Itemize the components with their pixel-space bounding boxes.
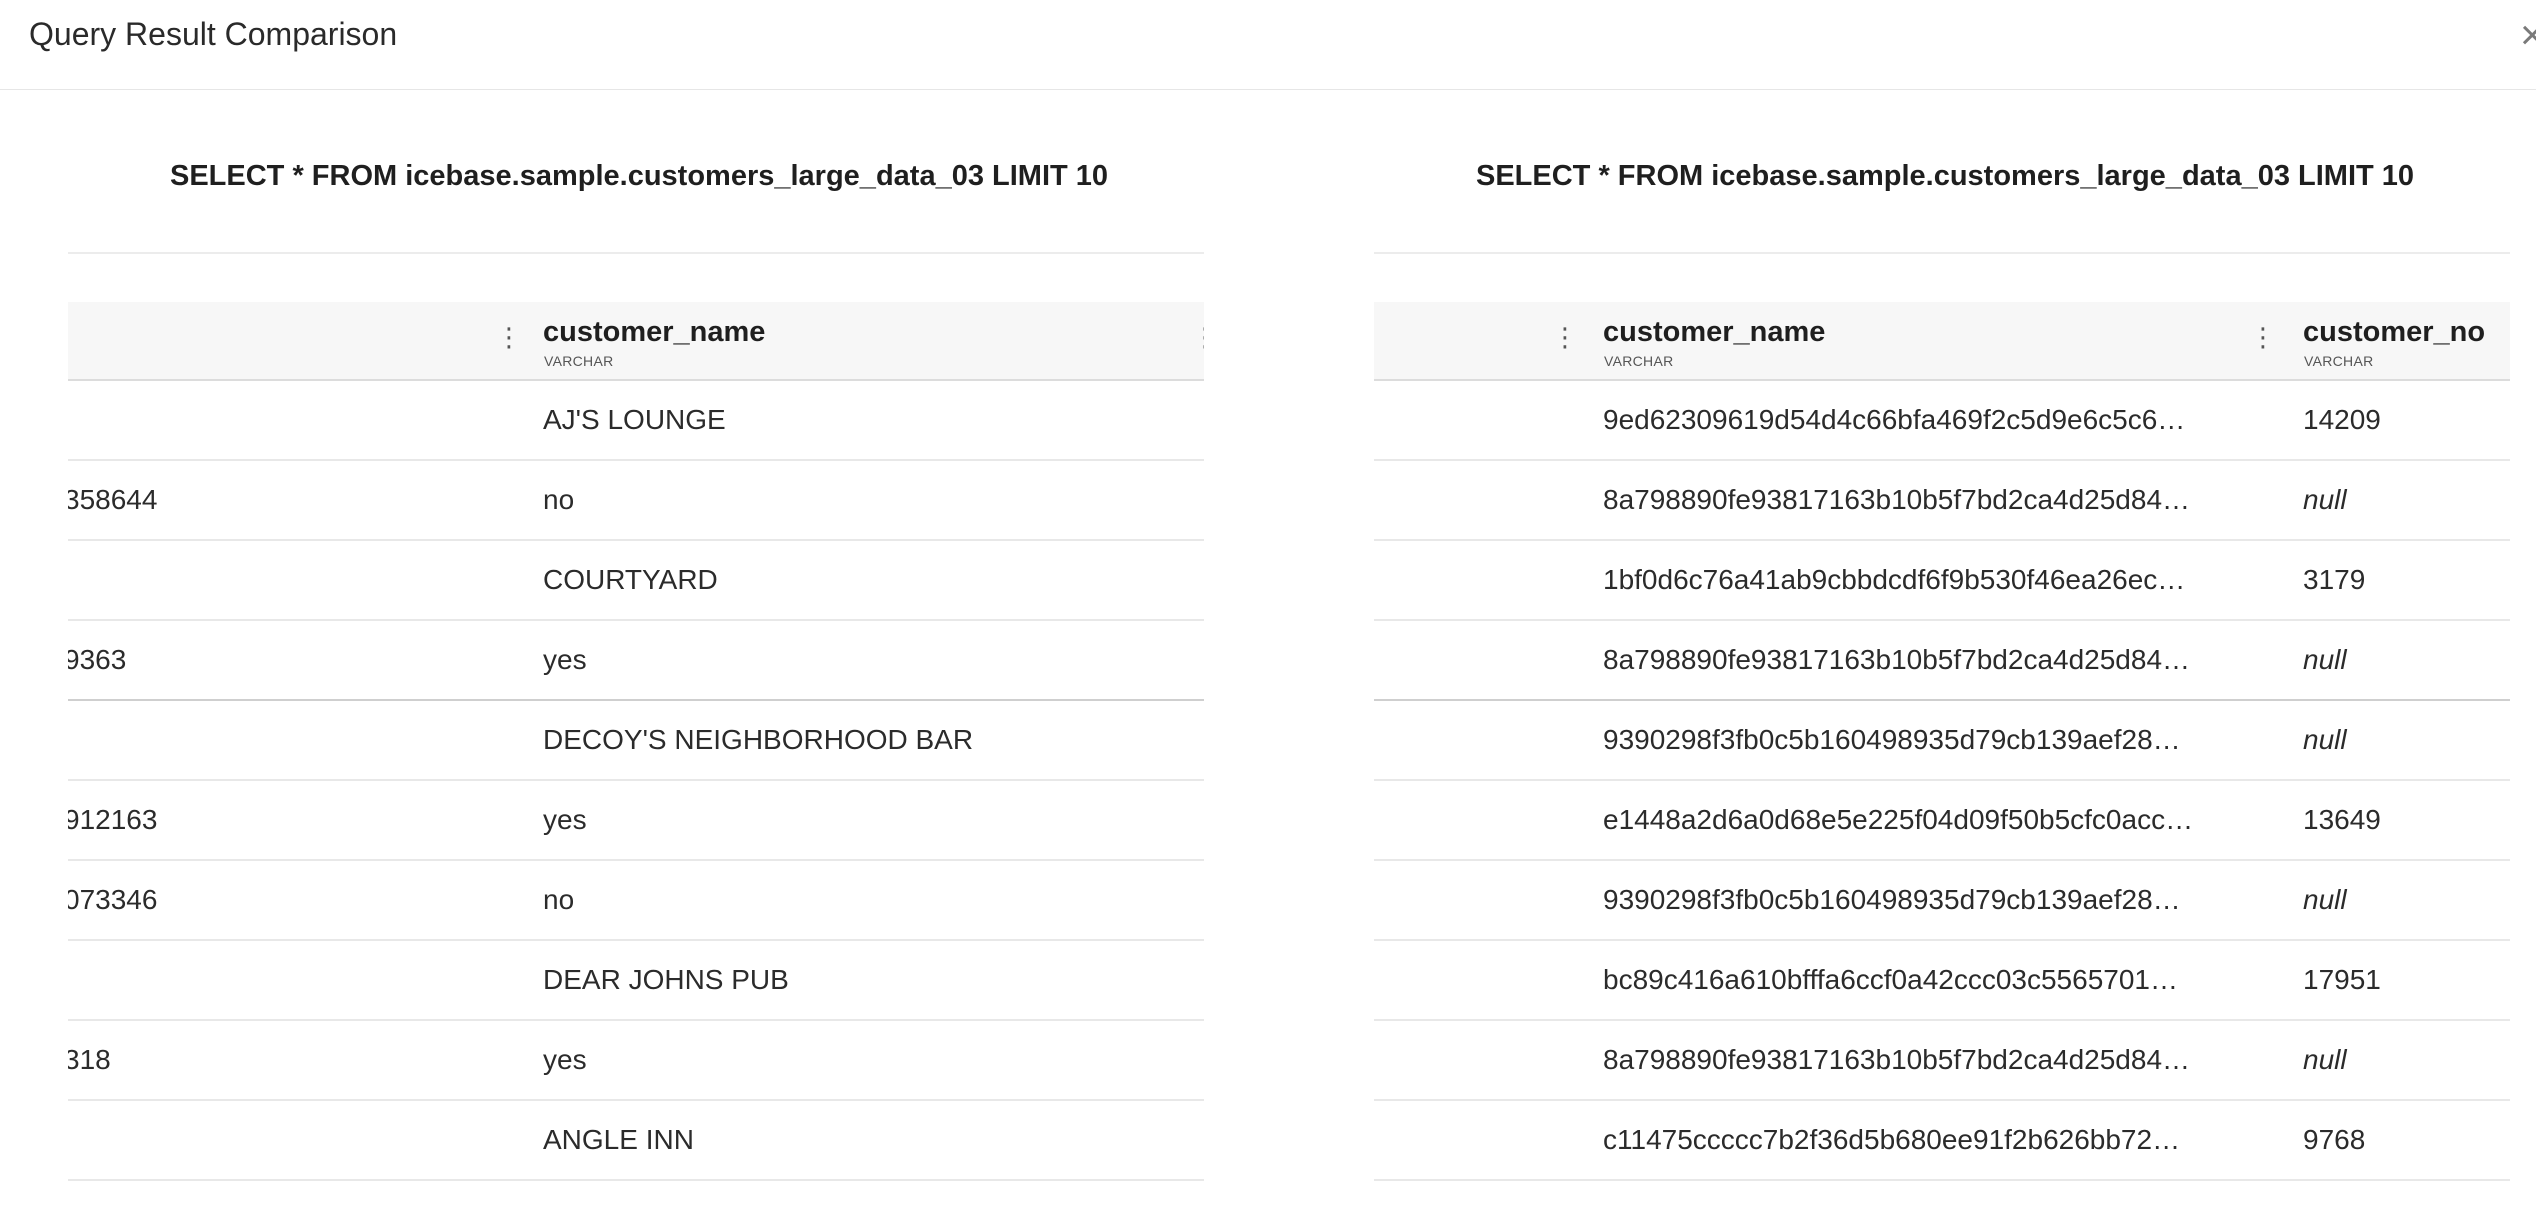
table-cell: 9390298f3fb0c5b160498935d79cb139aef28… <box>1603 884 2181 915</box>
table-cell: 912163 <box>68 804 158 835</box>
right-result-grid[interactable]: ⋮ customer_name VARCHAR ⋮ customer_no VA… <box>1374 302 2510 1182</box>
left-result-grid[interactable]: ⋮ customer_name VARCHAR ⋮ AJ'S LOUNGE 358… <box>68 302 1204 1182</box>
table-cell: 318 <box>68 1044 111 1075</box>
table-row[interactable]: 9363 yes <box>68 621 1204 701</box>
table-cell: 3179 <box>2303 564 2366 595</box>
close-icon[interactable]: × <box>2520 14 2536 56</box>
table-cell: null <box>2303 724 2347 755</box>
modal-title: Query Result Comparison <box>29 16 398 52</box>
modal-header: Query Result Comparison × <box>0 0 2536 90</box>
left-query-title: SELECT * FROM icebase.sample.customers_l… <box>170 160 1109 192</box>
table-cell: 8a798890fe93817163b10b5f7bd2ca4d25d84… <box>1603 484 2191 515</box>
table-cell: 8a798890fe93817163b10b5f7bd2ca4d25d84… <box>1603 1044 2191 1075</box>
column-type: VARCHAR <box>2304 353 2374 369</box>
column-name: customer_no <box>2303 316 2486 348</box>
table-cell: 073346 <box>68 884 158 915</box>
table-cell: ANGLE INN <box>543 1124 694 1155</box>
table-cell: 14209 <box>2303 404 2381 435</box>
column-name: customer_name <box>1603 316 1826 348</box>
table-row[interactable]: DECOY'S NEIGHBORHOOD BAR <box>68 701 1204 781</box>
table-cell: DECOY'S NEIGHBORHOOD BAR <box>543 724 974 755</box>
column-menu-icon[interactable]: ⋮ <box>496 324 522 350</box>
table-cell: null <box>2303 884 2347 915</box>
table-cell: 9390298f3fb0c5b160498935d79cb139aef28… <box>1603 724 2181 755</box>
right-grid-header: ⋮ customer_name VARCHAR ⋮ customer_no VA… <box>1374 302 2510 381</box>
column-menu-icon[interactable]: ⋮ <box>1552 324 1578 350</box>
table-cell: 13649 <box>2303 804 2381 835</box>
table-cell <box>68 541 504 619</box>
table-row[interactable]: COURTYARD <box>68 541 1204 621</box>
table-cell: yes <box>543 1044 587 1075</box>
table-cell: AJ'S LOUNGE <box>543 404 726 435</box>
column-type: VARCHAR <box>544 353 614 369</box>
table-row[interactable]: 9390298f3fb0c5b160498935d79cb139aef28… nu… <box>1374 861 2510 941</box>
table-row[interactable]: 073346 no <box>68 861 1204 941</box>
table-cell: COURTYARD <box>543 564 718 595</box>
table-row[interactable]: 9ed62309619d54d4c66bfa469f2c5d9e6c5c6… 14… <box>1374 381 2510 461</box>
table-cell: null <box>2303 484 2347 515</box>
table-cell: no <box>543 484 575 515</box>
table-cell: c11475ccccc7b2f36d5b680ee91f2b626bb72… <box>1603 1124 2181 1155</box>
divider <box>1374 252 2510 254</box>
table-cell: null <box>2303 644 2347 675</box>
column-type: VARCHAR <box>1604 353 1674 369</box>
table-cell: 8a798890fe93817163b10b5f7bd2ca4d25d84… <box>1603 644 2191 675</box>
column-menu-icon[interactable]: ⋮ <box>2250 324 2276 350</box>
table-row[interactable]: 318 yes <box>68 1021 1204 1101</box>
table-cell: yes <box>543 644 587 675</box>
table-cell: 9363 <box>68 644 127 675</box>
table-row[interactable]: AJ'S LOUNGE <box>68 381 1204 461</box>
table-row[interactable]: ANGLE INN <box>68 1101 1204 1181</box>
table-row[interactable]: 8a798890fe93817163b10b5f7bd2ca4d25d84… nu… <box>1374 461 2510 541</box>
table-row[interactable]: bc89c416a610bfffa6ccf0a42ccc03c5565701… 1… <box>1374 941 2510 1021</box>
column-menu-icon[interactable]: ⋮ <box>1192 324 1204 350</box>
table-cell: 9ed62309619d54d4c66bfa469f2c5d9e6c5c6… <box>1603 404 2186 435</box>
table-cell: DEAR JOHNS PUB <box>543 964 789 995</box>
table-cell: 17951 <box>2303 964 2381 995</box>
table-row[interactable]: 9390298f3fb0c5b160498935d79cb139aef28… nu… <box>1374 701 2510 781</box>
table-cell: yes <box>543 804 587 835</box>
table-cell <box>68 1101 504 1179</box>
table-cell: e1448a2d6a0d68e5e225f04d09f50b5cfc0acc… <box>1603 804 2194 835</box>
table-row[interactable]: 8a798890fe93817163b10b5f7bd2ca4d25d84… nu… <box>1374 621 2510 701</box>
table-row[interactable]: c11475ccccc7b2f36d5b680ee91f2b626bb72… 97… <box>1374 1101 2510 1181</box>
table-cell: 1bf0d6c76a41ab9cbbdcdf6f9b530f46ea26ec… <box>1603 564 2186 595</box>
table-row[interactable]: 358644 no <box>68 461 1204 541</box>
table-row[interactable]: 8a798890fe93817163b10b5f7bd2ca4d25d84… nu… <box>1374 1021 2510 1101</box>
table-cell: 358644 <box>68 484 158 515</box>
table-cell: no <box>543 884 575 915</box>
right-query-title: SELECT * FROM icebase.sample.customers_l… <box>1476 160 2415 192</box>
table-cell: bc89c416a610bfffa6ccf0a42ccc03c5565701… <box>1603 964 2178 995</box>
table-cell <box>68 381 504 459</box>
table-row[interactable]: e1448a2d6a0d68e5e225f04d09f50b5cfc0acc… 1… <box>1374 781 2510 861</box>
table-row[interactable]: 1bf0d6c76a41ab9cbbdcdf6f9b530f46ea26ec… 3… <box>1374 541 2510 621</box>
table-cell <box>68 941 504 1019</box>
table-cell <box>68 701 504 779</box>
table-row[interactable]: DEAR JOHNS PUB <box>68 941 1204 1021</box>
table-cell: 9768 <box>2303 1124 2366 1155</box>
left-grid-header: ⋮ customer_name VARCHAR ⋮ <box>68 302 1204 381</box>
column-name: customer_name <box>543 316 766 348</box>
divider <box>68 252 1204 254</box>
table-row[interactable]: 912163 yes <box>68 781 1204 861</box>
table-cell: null <box>2303 1044 2347 1075</box>
